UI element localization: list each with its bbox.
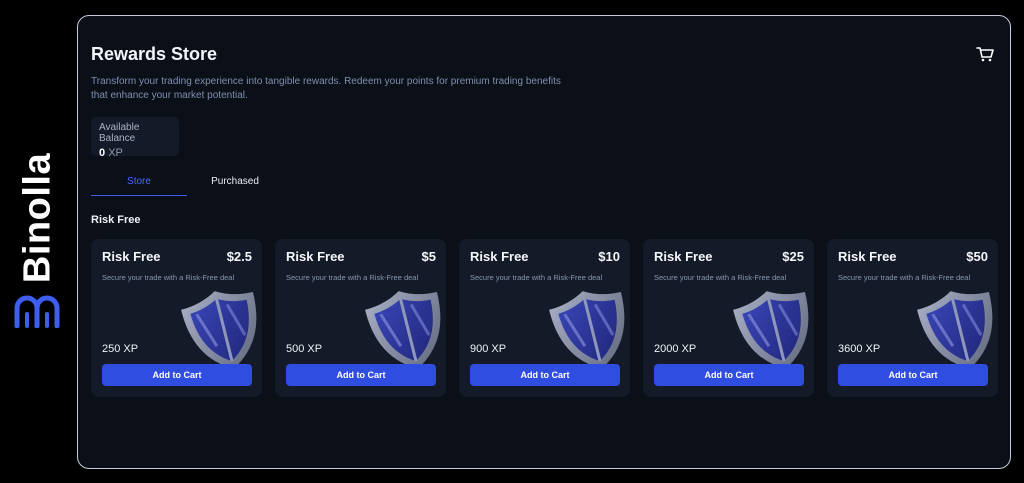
card-subtitle: Secure your trade with a Risk-Free deal	[286, 273, 419, 282]
card-subtitle: Secure your trade with a Risk-Free deal	[102, 273, 235, 282]
shield-icon	[915, 284, 998, 374]
cart-icon[interactable]	[976, 46, 994, 62]
card-xp-cost: 3600 XP	[838, 343, 881, 355]
add-to-cart-button[interactable]: Add to Cart	[470, 364, 620, 386]
add-to-cart-button[interactable]: Add to Cart	[286, 364, 436, 386]
balance-value: 0 XP	[99, 147, 171, 159]
add-to-cart-button[interactable]: Add to Cart	[654, 364, 804, 386]
tab-store[interactable]: Store	[91, 174, 187, 196]
balance-label: Available Balance	[99, 122, 140, 144]
reward-card: Risk Free $10 Secure your trade with a R…	[459, 239, 630, 397]
card-title: Risk Free	[654, 249, 713, 264]
section-title: Risk Free	[91, 214, 141, 226]
shield-icon	[547, 284, 630, 374]
rewards-store-panel: Rewards Store Transform your trading exp…	[77, 15, 1011, 469]
store-tabs: Store Purchased	[91, 174, 291, 196]
reward-card: Risk Free $50 Secure your trade with a R…	[827, 239, 998, 397]
shield-icon	[363, 284, 446, 374]
balance-amount: 0	[99, 147, 106, 159]
shield-icon	[179, 284, 262, 374]
card-price: $25	[782, 249, 804, 264]
card-price: $10	[598, 249, 620, 264]
reward-card: Risk Free $2.5 Secure your trade with a …	[91, 239, 262, 397]
brand-name: Binolla	[16, 152, 59, 284]
card-title: Risk Free	[838, 249, 897, 264]
card-subtitle: Secure your trade with a Risk-Free deal	[654, 273, 787, 282]
card-price: $5	[421, 249, 436, 264]
card-xp-cost: 250 XP	[102, 343, 139, 355]
card-xp-cost: 900 XP	[470, 343, 507, 355]
card-title: Risk Free	[286, 249, 345, 264]
card-title: Risk Free	[470, 249, 529, 264]
card-subtitle: Secure your trade with a Risk-Free deal	[838, 273, 971, 282]
card-subtitle: Secure your trade with a Risk-Free deal	[470, 273, 603, 282]
add-to-cart-button[interactable]: Add to Cart	[838, 364, 988, 386]
page-title: Rewards Store	[91, 44, 218, 64]
add-to-cart-button[interactable]: Add to Cart	[102, 364, 252, 386]
reward-card: Risk Free $25 Secure your trade with a R…	[643, 239, 814, 397]
brand-strip: Binolla	[0, 0, 76, 483]
balance-card: Available Balance 0 XP	[91, 117, 179, 159]
card-price: $2.5	[226, 249, 252, 264]
card-price: $50	[966, 249, 988, 264]
card-xp-cost: 2000 XP	[654, 343, 697, 355]
shield-icon	[731, 284, 814, 374]
card-xp-cost: 500 XP	[286, 343, 323, 355]
card-title: Risk Free	[102, 249, 161, 264]
balance-unit: XP	[108, 147, 123, 159]
page-description: Transform your trading experience into t…	[91, 76, 561, 101]
reward-card: Risk Free $5 Secure your trade with a Ri…	[275, 239, 446, 397]
binolla-logo-icon	[14, 295, 60, 328]
tab-purchased[interactable]: Purchased	[191, 174, 279, 196]
reward-cards: Risk Free $2.5 Secure your trade with a …	[91, 239, 1001, 399]
